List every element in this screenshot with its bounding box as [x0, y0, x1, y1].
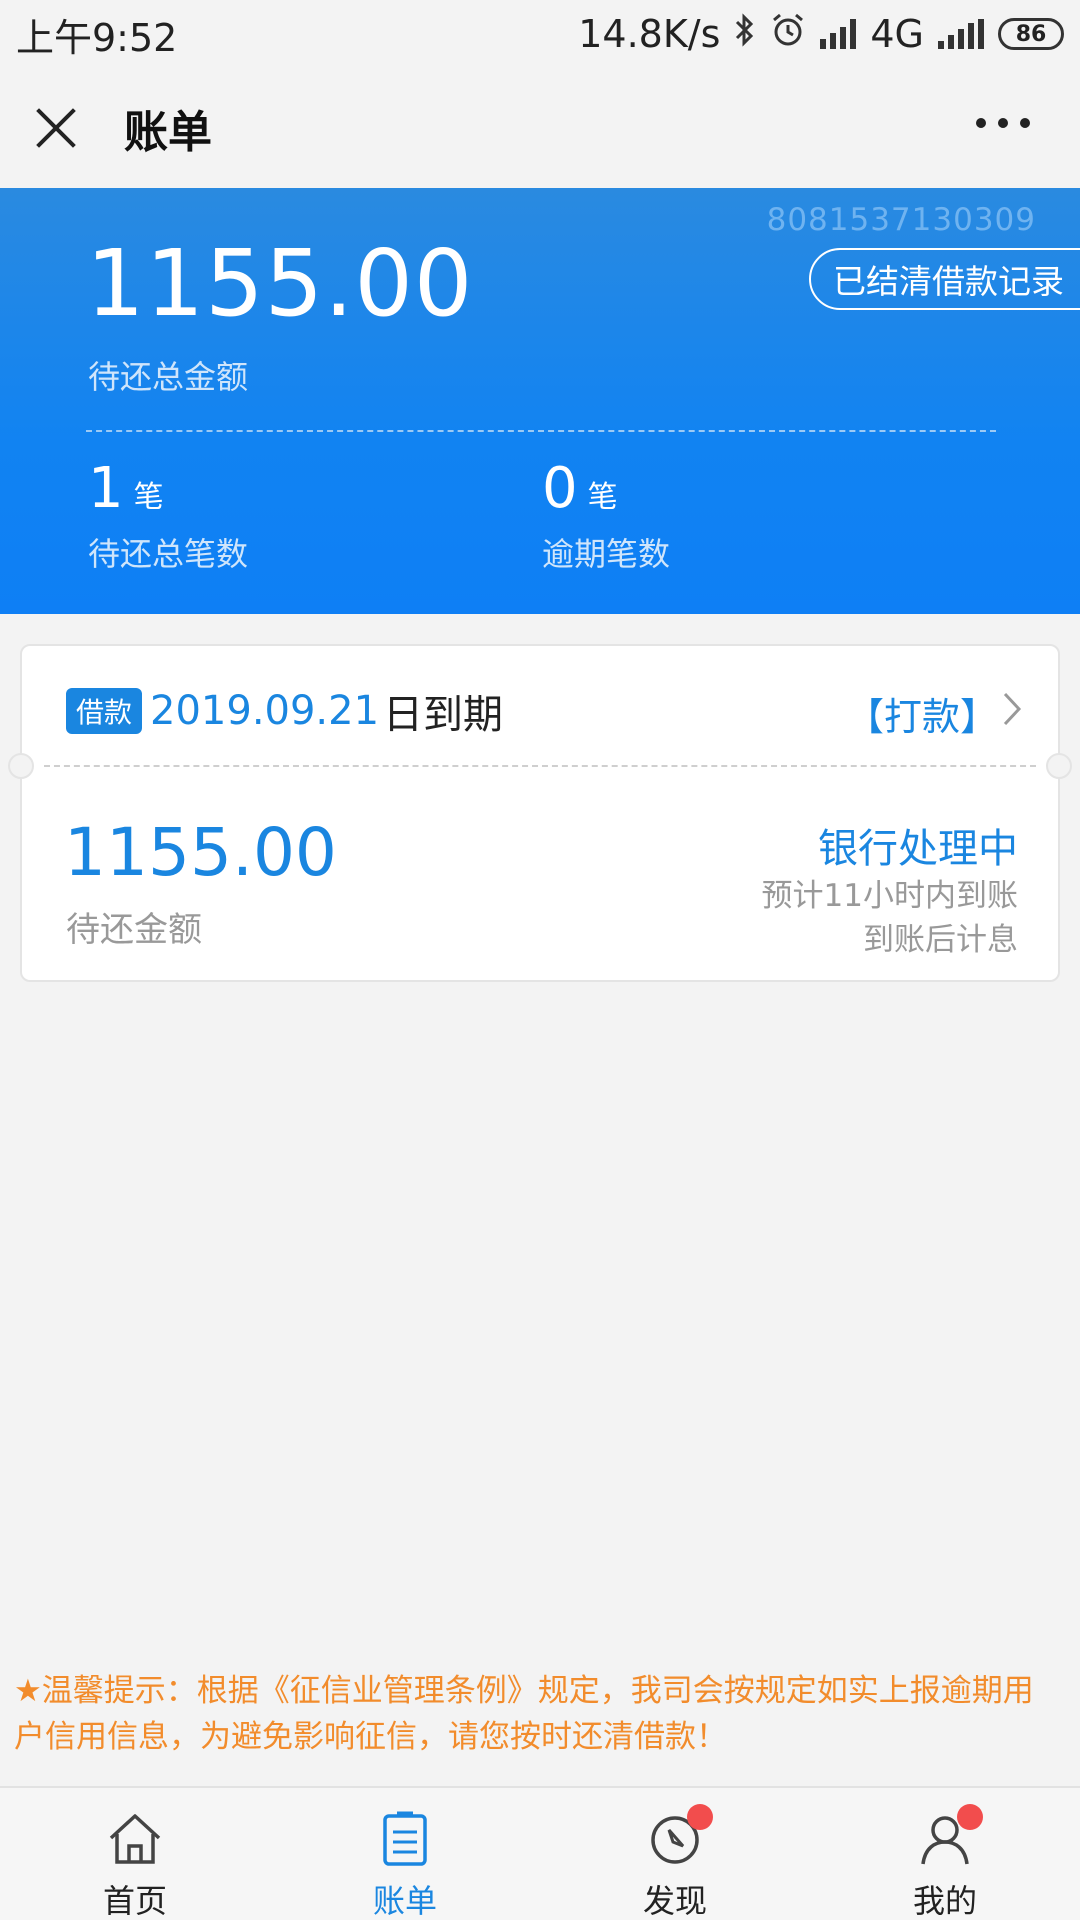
- loan-tag-badge: 借款: [66, 688, 143, 734]
- divider: [86, 430, 996, 432]
- nav-header: 账单: [0, 68, 1080, 188]
- signal-icon: [938, 19, 984, 49]
- settled-records-button[interactable]: 已结清借款记录: [809, 248, 1080, 310]
- bill-due-row: 借款 2019.09.21 日到期: [66, 682, 503, 740]
- tab-label-bill: 账单: [372, 1882, 437, 1920]
- net-speed: 14.8K/s: [578, 12, 721, 56]
- eta-text: 预计11小时内到账: [761, 878, 1018, 914]
- bill-icon: [375, 1810, 435, 1868]
- bill-amount-label: 待还金额: [66, 910, 202, 950]
- bluetooth-icon: [734, 12, 756, 56]
- home-icon: [105, 1810, 165, 1868]
- pending-count-label: 待还总笔数: [88, 535, 249, 573]
- summary-banner: 8081537130309 已结清借款记录 1155.00 待还总金额 1笔 待…: [0, 188, 1080, 614]
- tab-label-discover: 发现: [642, 1882, 707, 1920]
- pay-link[interactable]: 【打款】: [846, 686, 1022, 741]
- overdue-count-unit: 笔: [587, 480, 618, 515]
- screen: 上午9:52 14.8K/s 4G 86 账单 8081537130309 已结…: [0, 0, 1080, 1920]
- network-type: 4G: [870, 12, 924, 56]
- card-notch-right: [1046, 753, 1072, 779]
- more-options-icon[interactable]: [976, 118, 1030, 128]
- credit-warning-tip: ★温馨提示：根据《征信业管理条例》规定，我司会按规定如实上报逾期用户信用信息，为…: [14, 1673, 1034, 1755]
- status-icons: 14.8K/s 4G 86: [578, 12, 1064, 57]
- me-badge-dot: [957, 1804, 983, 1830]
- contract-number: 8081537130309: [766, 202, 1036, 238]
- bank-status: 银行处理中: [818, 826, 1018, 872]
- pending-count-block: 1笔 待还总笔数: [88, 456, 248, 575]
- total-amount-label: 待还总金额: [88, 358, 249, 396]
- bill-card[interactable]: 借款 2019.09.21 日到期 【打款】 1155.00 待还金额 银行处理…: [8, 644, 1072, 982]
- alarm-icon: [770, 12, 806, 57]
- due-date: 2019.09.21: [150, 688, 380, 734]
- pay-link-label: 【打款】: [845, 695, 998, 739]
- interest-note: 到账后计息: [863, 922, 1018, 958]
- chevron-right-icon: [1002, 691, 1022, 737]
- bill-amount: 1155.00: [64, 814, 337, 891]
- tab-discover[interactable]: 发现: [540, 1788, 810, 1920]
- overdue-count-label: 逾期笔数: [542, 535, 671, 573]
- card-divider: [44, 765, 1036, 767]
- tab-label-me: 我的: [912, 1882, 977, 1920]
- hd-signal-icon: [820, 19, 857, 49]
- pending-count-unit: 笔: [133, 480, 164, 515]
- total-amount: 1155.00: [86, 230, 474, 337]
- tab-label-home: 首页: [102, 1882, 167, 1920]
- pending-count: 1: [88, 456, 124, 521]
- tab-me[interactable]: 我的: [810, 1788, 1080, 1920]
- battery-icon: 86: [998, 18, 1064, 50]
- due-suffix: 日到期: [383, 692, 504, 738]
- user-icon: [915, 1804, 983, 1868]
- status-bar: 上午9:52 14.8K/s 4G 86: [0, 0, 1080, 68]
- overdue-count-block: 0笔 逾期笔数: [542, 456, 670, 575]
- page-title: 账单: [124, 107, 212, 158]
- discover-badge-dot: [687, 1804, 713, 1830]
- compass-icon: [645, 1804, 713, 1868]
- overdue-count: 0: [542, 456, 578, 521]
- status-time: 上午9:52: [16, 15, 178, 60]
- tab-bill[interactable]: 账单: [270, 1788, 540, 1920]
- card-notch-left: [8, 753, 34, 779]
- bottom-tab-bar: 首页 账单 发现 我的: [0, 1786, 1080, 1920]
- tab-home[interactable]: 首页: [0, 1788, 270, 1920]
- close-icon[interactable]: [34, 106, 78, 150]
